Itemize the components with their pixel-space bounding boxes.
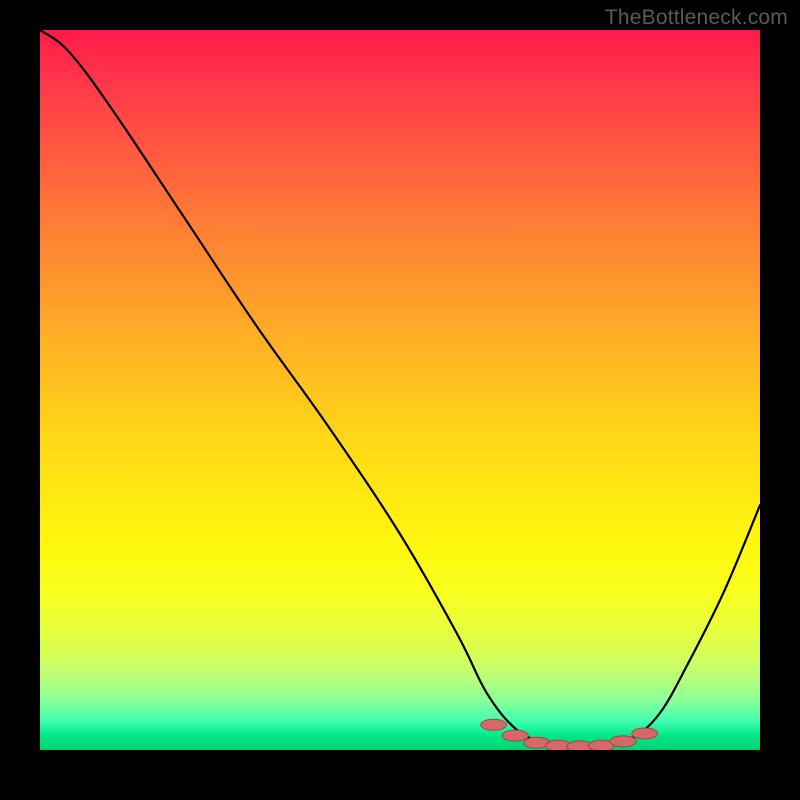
- chart-gradient-background: [40, 30, 760, 750]
- watermark-text: TheBottleneck.com: [605, 6, 788, 30]
